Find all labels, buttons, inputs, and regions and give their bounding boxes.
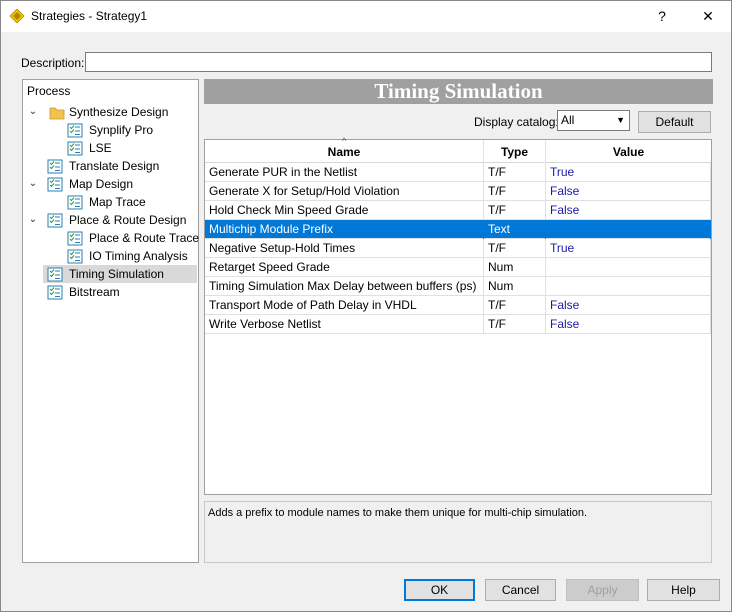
row-value[interactable]: True (546, 239, 711, 258)
panel-heading: Timing Simulation (204, 79, 713, 104)
description-input[interactable] (85, 52, 712, 72)
close-button[interactable]: ✕ (685, 1, 731, 31)
row-type: T/F (484, 239, 546, 258)
checklist-icon (47, 267, 63, 282)
tree-item-label: Place & Route Design (69, 213, 187, 227)
help-button[interactable]: Help (647, 579, 720, 601)
default-button[interactable]: Default (638, 111, 711, 133)
checklist-icon (67, 195, 83, 210)
help-title-button[interactable]: ? (639, 1, 685, 31)
tree-item-timing-simulation[interactable]: Timing Simulation (43, 265, 197, 283)
tree-item-label: LSE (89, 141, 112, 155)
ok-button[interactable]: OK (404, 579, 475, 601)
row-value[interactable] (546, 277, 711, 296)
table-row-selected[interactable]: Multichip Module Prefix Text (205, 220, 711, 239)
chevron-down-icon[interactable]: ⌄ (27, 103, 39, 121)
help-text-box: Adds a prefix to module names to make th… (204, 501, 712, 563)
tree-item-label: Timing Simulation (69, 267, 164, 281)
tree-item-label: Map Design (69, 177, 134, 191)
column-header-value[interactable]: Value (546, 140, 711, 163)
table-row[interactable]: Generate X for Setup/Hold Violation T/F … (205, 182, 711, 201)
tree-item-synplify-pro[interactable]: Synplify Pro (27, 121, 197, 139)
grid-header: ^ Name Type Value (205, 136, 711, 163)
tree-item-synthesize-design[interactable]: ⌄ Synthesize Design (27, 103, 197, 121)
tree-item-bitstream[interactable]: Bitstream (27, 283, 197, 301)
folder-icon (49, 107, 65, 120)
tree-item-label: Synthesize Design (69, 105, 169, 119)
strategies-dialog: Strategies - Strategy1 ? ✕ Description: … (0, 0, 732, 612)
table-row[interactable]: Timing Simulation Max Delay between buff… (205, 277, 711, 296)
window-title: Strategies - Strategy1 (31, 9, 148, 23)
table-row[interactable]: Hold Check Min Speed Grade T/F False (205, 201, 711, 220)
checklist-icon (47, 177, 63, 192)
checklist-icon (67, 231, 83, 246)
chevron-down-icon[interactable]: ⌄ (27, 175, 39, 193)
display-catalog-label: Display catalog: (474, 115, 559, 129)
table-row[interactable]: Negative Setup-Hold Times T/F True (205, 239, 711, 258)
checklist-icon (67, 249, 83, 264)
row-type: T/F (484, 315, 546, 334)
dropdown-arrow-icon: ▼ (616, 115, 625, 125)
column-header-type[interactable]: Type (484, 140, 546, 163)
display-catalog-value: All (561, 113, 575, 127)
table-row[interactable]: Generate PUR in the Netlist T/F True (205, 163, 711, 182)
table-row[interactable]: Transport Mode of Path Delay in VHDL T/F… (205, 296, 711, 315)
row-name: Generate PUR in the Netlist (205, 163, 484, 182)
row-name: Hold Check Min Speed Grade (205, 201, 484, 220)
tree-item-label: IO Timing Analysis (89, 249, 188, 263)
tree-item-label: Place & Route Trace (89, 231, 200, 245)
row-name: Generate X for Setup/Hold Violation (205, 182, 484, 201)
row-value[interactable]: True (546, 163, 711, 182)
chevron-down-icon[interactable]: ⌄ (27, 211, 39, 229)
row-type: Text (484, 220, 546, 239)
apply-button[interactable]: Apply (566, 579, 639, 601)
checklist-icon (47, 213, 63, 228)
tree-item-place-route-design[interactable]: ⌄ Place & Route Design (27, 211, 197, 229)
row-value[interactable] (546, 220, 711, 239)
row-type: Num (484, 258, 546, 277)
row-value[interactable]: False (546, 182, 711, 201)
row-value[interactable]: False (546, 201, 711, 220)
display-catalog-select[interactable]: All ▼ (557, 110, 630, 131)
row-name: Multichip Module Prefix (205, 220, 484, 239)
row-value[interactable] (546, 258, 711, 277)
row-type: Num (484, 277, 546, 296)
process-tree[interactable]: Process ⌄ Synthesize Design Synplify Pro… (22, 79, 199, 563)
checklist-icon (47, 159, 63, 174)
tree-item-map-trace[interactable]: Map Trace (27, 193, 197, 211)
tree-item-label: Translate Design (69, 159, 160, 173)
row-value[interactable]: False (546, 296, 711, 315)
row-type: T/F (484, 201, 546, 220)
row-type: T/F (484, 163, 546, 182)
help-text: Adds a prefix to module names to make th… (208, 507, 588, 519)
title-bar: Strategies - Strategy1 ? ✕ (1, 1, 731, 32)
row-type: T/F (484, 296, 546, 315)
column-header-name[interactable]: Name (205, 140, 484, 163)
row-name: Retarget Speed Grade (205, 258, 484, 277)
row-name: Write Verbose Netlist (205, 315, 484, 334)
row-type: T/F (484, 182, 546, 201)
tree-item-translate-design[interactable]: Translate Design (27, 157, 197, 175)
row-value[interactable]: False (546, 315, 711, 334)
table-row[interactable]: Retarget Speed Grade Num (205, 258, 711, 277)
tree-item-label: Map Trace (89, 195, 146, 209)
table-row[interactable]: Write Verbose Netlist T/F False (205, 315, 711, 334)
tree-item-lse[interactable]: LSE (27, 139, 197, 157)
tree-item-label: Bitstream (69, 285, 120, 299)
checklist-icon (67, 141, 83, 156)
tree-item-map-design[interactable]: ⌄ Map Design (27, 175, 197, 193)
checklist-icon (67, 123, 83, 138)
row-name: Transport Mode of Path Delay in VHDL (205, 296, 484, 315)
checklist-icon (47, 285, 63, 300)
row-name: Timing Simulation Max Delay between buff… (205, 277, 484, 296)
property-grid[interactable]: ^ Name Type Value Generate PUR in the Ne… (204, 136, 712, 495)
cancel-button[interactable]: Cancel (485, 579, 556, 601)
tree-item-io-timing-analysis[interactable]: IO Timing Analysis (27, 247, 197, 265)
description-label: Description: (21, 56, 85, 70)
tree-item-place-route-trace[interactable]: Place & Route Trace (27, 229, 200, 247)
tree-header: Process (27, 84, 71, 98)
tree-item-label: Synplify Pro (89, 123, 154, 137)
diamond-app-icon (10, 9, 24, 23)
row-name: Negative Setup-Hold Times (205, 239, 484, 258)
